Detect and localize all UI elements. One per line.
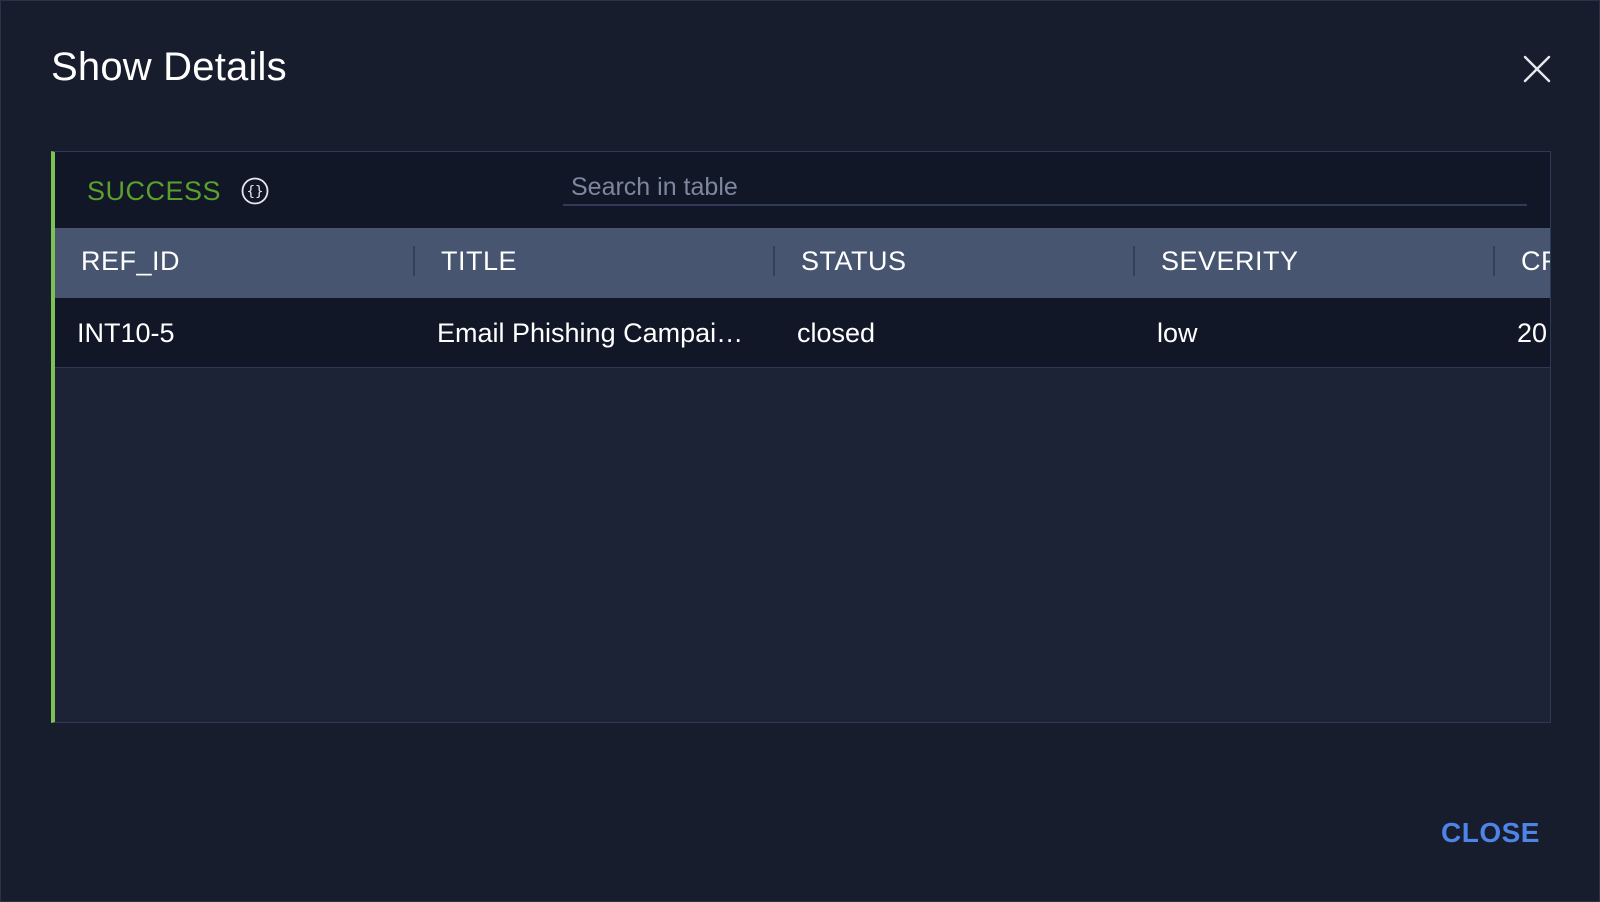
cell-title: Email Phishing Campai… xyxy=(437,318,744,348)
table-row[interactable]: INT10-5 Email Phishing Campai… closed lo… xyxy=(55,298,1550,368)
table-header: REF_ID TITLE STATUS SEVERITY CR xyxy=(55,228,1550,298)
search-input[interactable] xyxy=(563,170,1527,206)
column-header-status[interactable]: STATUS xyxy=(775,228,1135,298)
status-label: SUCCESS xyxy=(87,176,222,206)
close-icon[interactable] xyxy=(1519,51,1555,87)
column-header-ref-id[interactable]: REF_ID xyxy=(55,228,415,298)
column-header-label: CR xyxy=(1521,246,1550,276)
dialog-title: Show Details xyxy=(51,45,287,89)
panel-header: SUCCESS {} xyxy=(55,152,1550,228)
cell-severity: low xyxy=(1157,318,1198,348)
results-panel: SUCCESS {} REF_ID TITLE STATUS SEVERITY xyxy=(51,151,1551,723)
cell-cr: 20 xyxy=(1517,318,1548,348)
column-header-severity[interactable]: SEVERITY xyxy=(1135,228,1495,298)
show-details-dialog: Show Details SUCCESS {} REF_ID TITLE STA… xyxy=(0,0,1600,902)
column-header-cr[interactable]: CR xyxy=(1495,228,1550,298)
column-header-label: REF_ID xyxy=(81,246,181,276)
column-header-label: TITLE xyxy=(441,246,518,276)
json-braces-icon[interactable]: {} xyxy=(241,177,269,205)
column-header-label: STATUS xyxy=(801,246,907,276)
svg-text:{}: {} xyxy=(247,184,264,200)
cell-status: closed xyxy=(797,318,876,348)
column-header-label: SEVERITY xyxy=(1161,246,1299,276)
column-header-title[interactable]: TITLE xyxy=(415,228,775,298)
cell-ref-id: INT10-5 xyxy=(77,318,175,348)
close-button[interactable]: CLOSE xyxy=(1441,817,1540,849)
